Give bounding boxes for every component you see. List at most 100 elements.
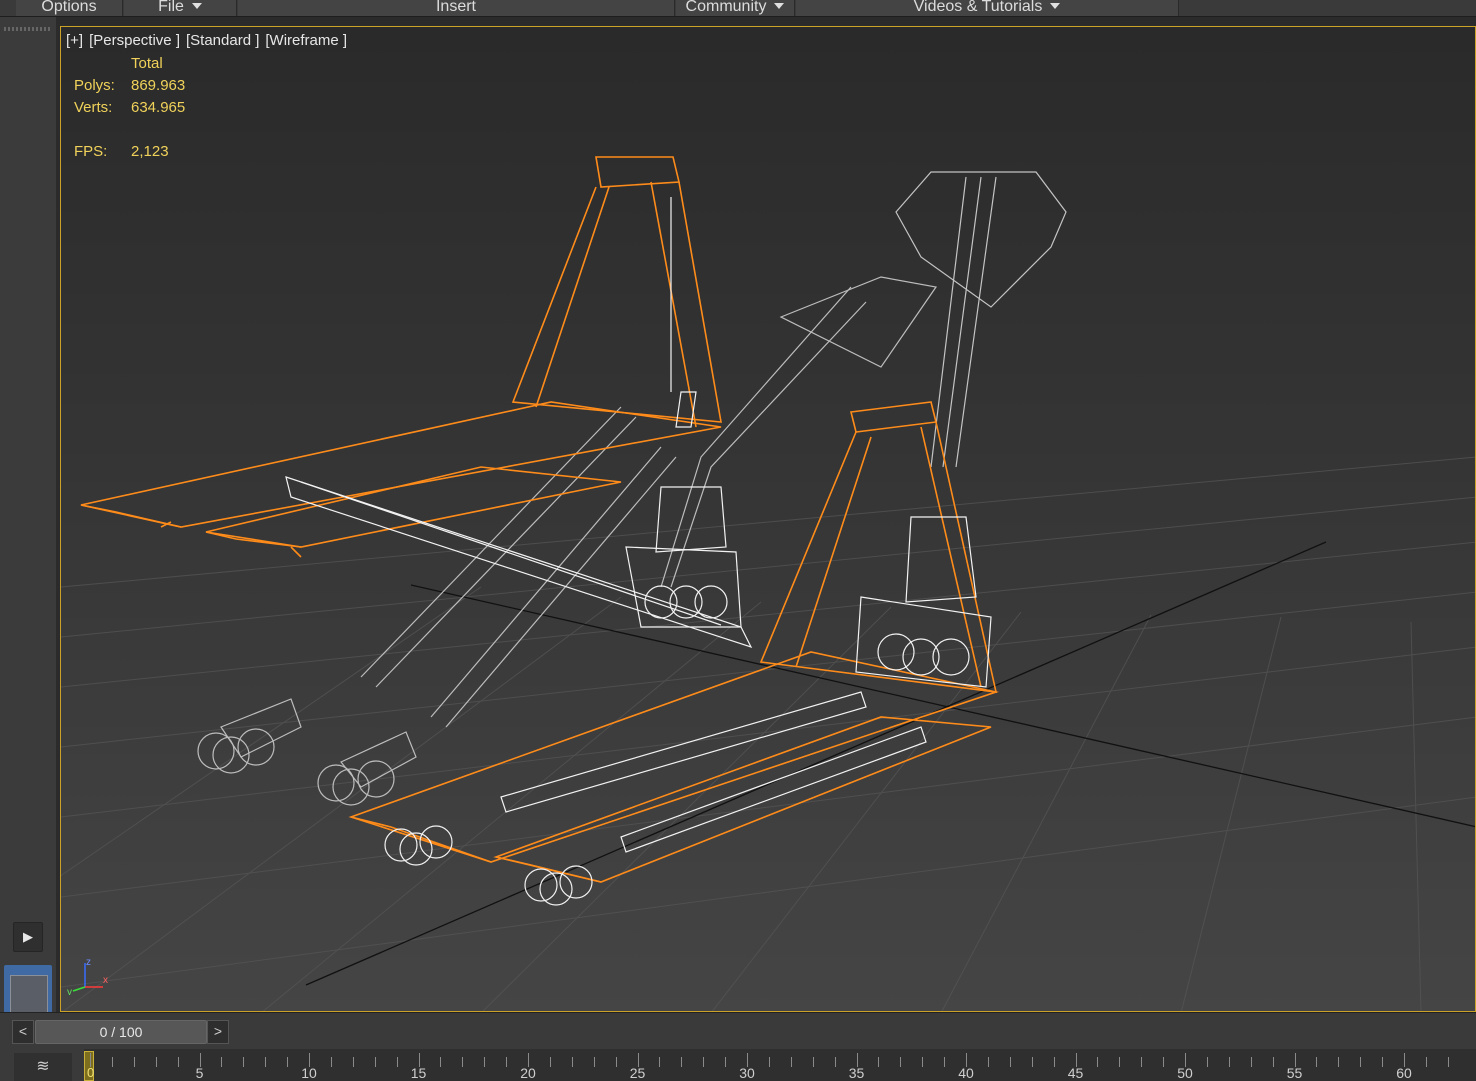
ruler-tick-label: 60	[1396, 1065, 1412, 1081]
ruler-tick	[1163, 1057, 1165, 1067]
time-slider[interactable]: 0 / 100	[35, 1020, 207, 1044]
ruler-tick	[1250, 1057, 1252, 1067]
ruler-tick	[265, 1057, 267, 1067]
ruler-tick	[549, 1057, 551, 1067]
wireframe-scene	[61, 156, 1475, 1011]
ruler-tick-label: 5	[195, 1065, 204, 1081]
menu-insert-label: Insert	[435, 0, 476, 15]
ruler-tick	[1228, 1057, 1230, 1067]
track-bar-ruler[interactable]: 0 5 10 15 20 25 30 35 40 45 50 55 60	[84, 1049, 1476, 1081]
viewport-pov-menu[interactable]: [Perspective ]	[89, 32, 180, 49]
ruler-tick	[177, 1057, 179, 1067]
menu-file-label: File	[158, 0, 184, 15]
stats-polys-label: Polys:	[74, 77, 115, 94]
curve-editor-button[interactable]: ≋	[14, 1053, 72, 1081]
viewport-shading-standard[interactable]: [Standard ]	[186, 32, 259, 49]
stats-total-header: Total	[131, 55, 163, 72]
ruler-tick	[878, 1057, 880, 1067]
ruler-tick	[396, 1057, 398, 1067]
stats-fps-label: FPS:	[74, 143, 108, 160]
menu-options[interactable]: Options	[16, 0, 123, 16]
ruler-tick	[111, 1057, 113, 1067]
chevron-down-icon	[191, 3, 202, 9]
viewport-label[interactable]: [+] [Perspective ] [Standard ] [Wireframe ]	[66, 32, 353, 49]
play-icon: ▶	[23, 929, 33, 944]
axis-z-label: z	[86, 957, 91, 968]
world-axes	[305, 541, 1475, 986]
ruler-tick	[1272, 1057, 1274, 1067]
ruler-tick	[133, 1057, 135, 1067]
timeline-bar: < 0 / 100 > ≋ 0 5 10 15 20 25 30 35 40 45 50 55 60	[0, 1012, 1476, 1081]
ruler-tick-label: 45	[1067, 1065, 1084, 1081]
menu-bar: Options File Insert Community Videos & T…	[0, 0, 1476, 17]
menu-file[interactable]: File	[124, 0, 237, 16]
stats-polys-value: 869.963	[131, 77, 186, 94]
ruler-tick	[90, 1053, 91, 1067]
ruler-tick	[462, 1057, 464, 1067]
ruler-tick	[900, 1057, 902, 1067]
ruler-tick	[221, 1057, 223, 1067]
ruler-tick	[1447, 1057, 1449, 1067]
ruler-tick	[1119, 1057, 1121, 1067]
axis-gizmo-icon: z x y	[67, 957, 108, 995]
current-frame-marker[interactable]: 0	[84, 1051, 94, 1081]
back-pallet-jack-details	[285, 197, 753, 649]
left-dock: ▶	[0, 17, 56, 1023]
curve-editor-icon: ≋	[36, 1058, 50, 1075]
ruler-tick	[1009, 1057, 1011, 1067]
ruler-tick	[987, 1057, 989, 1067]
dock-grip-handle[interactable]	[4, 27, 52, 31]
ruler-tick	[1360, 1057, 1362, 1067]
ruler-tick	[615, 1057, 617, 1067]
stats-verts-label: Verts:	[74, 99, 113, 116]
ruler-tick-label: 55	[1286, 1065, 1303, 1081]
ruler-tick	[287, 1057, 289, 1067]
viewport-shading-wireframe[interactable]: [Wireframe ]	[265, 32, 347, 49]
ruler-tick	[703, 1057, 705, 1067]
ruler-tick	[1206, 1057, 1208, 1067]
chevron-down-icon	[1050, 3, 1061, 9]
viewport-plus-menu[interactable]: [+]	[66, 32, 83, 49]
menu-options-label: Options	[41, 0, 97, 15]
viewport-layout-icon	[10, 975, 48, 1013]
axis-y-label: y	[67, 987, 72, 995]
ruler-tick	[768, 1057, 770, 1067]
ruler-tick	[790, 1057, 792, 1067]
play-button[interactable]: ▶	[13, 922, 43, 952]
ruler-tick-label: 20	[520, 1065, 536, 1081]
ruler-tick	[681, 1057, 683, 1067]
ruler-tick	[1338, 1057, 1340, 1067]
ruler-tick-label: 10	[301, 1065, 317, 1081]
ruler-tick	[659, 1057, 661, 1067]
ruler-tick-label: 25	[629, 1065, 646, 1081]
perspective-viewport[interactable]: [+] [Perspective ] [Standard ] [Wireframe ]…	[60, 26, 1476, 1012]
front-pallet-jack-frame	[348, 401, 1000, 883]
next-frame-button[interactable]: >	[207, 1020, 229, 1044]
ground-grid	[61, 456, 1475, 1011]
menu-insert[interactable]: Insert	[238, 0, 675, 16]
ruler-tick	[440, 1057, 442, 1067]
ruler-tick	[484, 1057, 486, 1067]
ruler-tick-label: 30	[739, 1065, 755, 1081]
menu-community[interactable]: Community	[676, 0, 795, 16]
stats-fps-value: 2,123	[131, 143, 169, 160]
chevron-down-icon	[774, 3, 785, 9]
ruler-tick	[834, 1057, 836, 1067]
menu-videos-label: Videos & Tutorials	[913, 0, 1043, 15]
menu-videos-tutorials[interactable]: Videos & Tutorials	[796, 0, 1179, 16]
ruler-tick-label: 15	[410, 1065, 427, 1081]
front-pallet-jack-handle	[895, 171, 1067, 468]
ruler-tick	[571, 1057, 573, 1067]
current-frame-label: 0	[87, 1065, 95, 1080]
ruler-tick	[922, 1057, 924, 1067]
ruler-tick	[1031, 1057, 1033, 1067]
ruler-tick	[506, 1057, 508, 1067]
ruler-tick	[944, 1057, 946, 1067]
ruler-tick	[725, 1057, 727, 1067]
previous-frame-button[interactable]: <	[12, 1020, 34, 1044]
ruler-tick	[1382, 1057, 1384, 1067]
ruler-tick	[330, 1057, 332, 1067]
ruler-tick	[1425, 1057, 1427, 1067]
ruler-tick	[243, 1057, 245, 1067]
ruler-tick	[1141, 1057, 1143, 1067]
